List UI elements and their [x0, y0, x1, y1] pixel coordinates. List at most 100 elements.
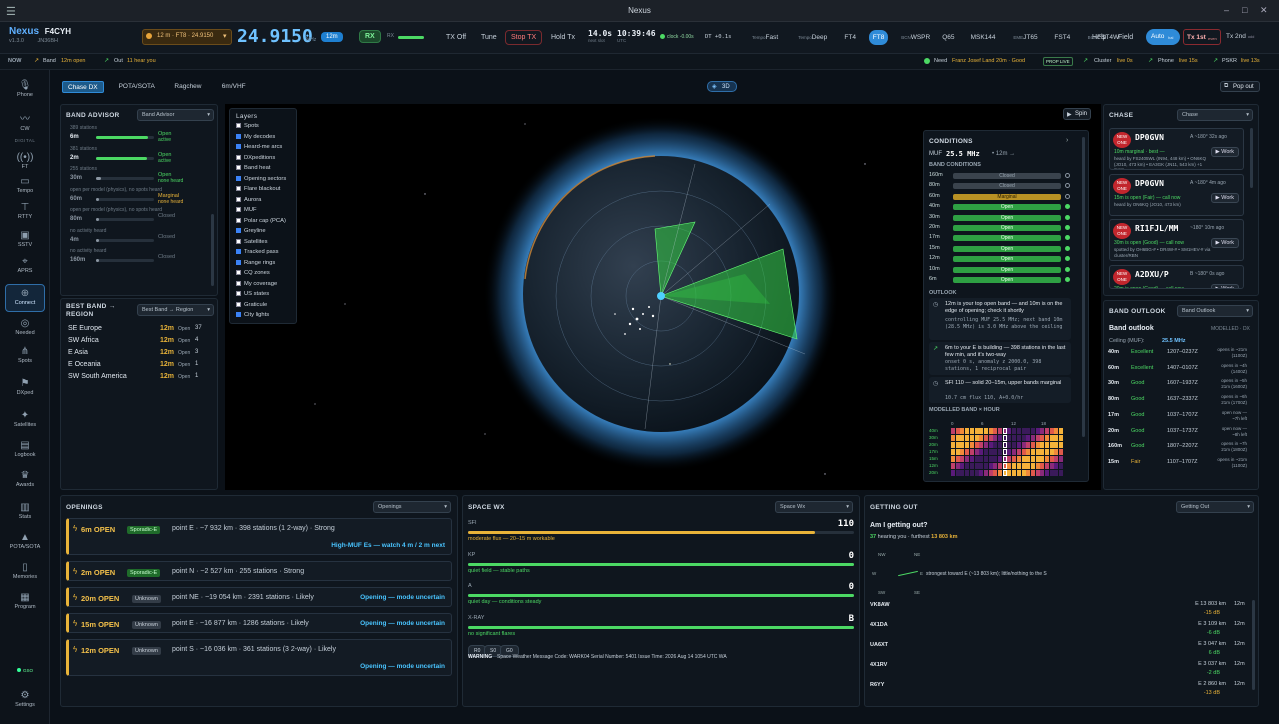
help-button[interactable]: Help	[1087, 31, 1111, 44]
scrollbar[interactable]	[211, 214, 214, 286]
work-button[interactable]: ▶ Work	[1210, 238, 1239, 248]
layer-toggle-satellites[interactable]: Satellites	[236, 238, 268, 245]
layer-toggle-dxpeditions[interactable]: DXpeditions	[236, 154, 275, 161]
layer-toggle-graticule[interactable]: Graticule	[236, 301, 267, 308]
chase-card[interactable]: NEW ONE DP0GVN A ~180° 4m ago 15m is open (…	[1109, 174, 1244, 216]
rx-button[interactable]: RX	[359, 30, 381, 43]
band-select[interactable]: 12 m · FT8 · 24.9150 ▾	[142, 29, 232, 45]
pop-out-button[interactable]: ⧉ Pop out	[1220, 81, 1260, 92]
layer-toggle-cq-zones[interactable]: CQ zones	[236, 270, 270, 276]
layer-toggle-us-states[interactable]: US states	[236, 291, 269, 297]
layer-toggle-my-decodes[interactable]: My decodes	[236, 133, 275, 140]
tx2nd-button[interactable]: Tx 2nd odd	[1226, 33, 1254, 40]
minimize-icon[interactable]: –	[1224, 5, 1229, 15]
layer-toggle-polar-cap-pca-[interactable]: Polar cap (PCA)	[236, 217, 286, 224]
chevron-right-icon[interactable]: ›	[1066, 137, 1068, 144]
sidebar-item-sstv[interactable]: ▣ SSTV	[0, 230, 50, 248]
tab-ragchew[interactable]: Ragchew	[169, 81, 206, 93]
now-out-value[interactable]: 11 hear you	[127, 58, 156, 64]
sidebar-item-spots[interactable]: ⋔ Spots	[0, 346, 50, 364]
scrollbar[interactable]	[1082, 137, 1085, 437]
mode-button-fst4[interactable]: FST4	[1050, 30, 1074, 45]
maximize-icon[interactable]: □	[1242, 5, 1247, 15]
now-band-value[interactable]: 12m open	[61, 58, 85, 64]
sidebar-item-rtty[interactable]: ⊤ RTTY	[0, 202, 50, 220]
opening-card[interactable]: ϟ 6m OPEN Sporadic-E point E · ~7 932 km · …	[66, 518, 452, 555]
sidebar-item-aprs[interactable]: ⌖ APRS	[0, 256, 50, 274]
sidebar-item-memories[interactable]: ▯ Memories	[0, 562, 50, 580]
work-button[interactable]: ▶ Work	[1210, 284, 1239, 288]
layer-toggle-band-heat[interactable]: Band heat	[236, 165, 270, 171]
layer-toggle-my-coverage[interactable]: My coverage	[236, 280, 277, 287]
chase-card[interactable]: NEW ONE RI1FJL/MM ~180° 10m ago 30m is open…	[1109, 219, 1244, 261]
mode-button-msk144[interactable]: MSK144	[967, 30, 1000, 45]
chase-select[interactable]: Chase ▾	[1177, 109, 1253, 121]
sidebar-item-satellites[interactable]: ✦ Satellites	[0, 410, 50, 428]
tab-6m-vhf[interactable]: 6m/VHF	[217, 81, 251, 93]
scrollbar[interactable]	[1250, 128, 1253, 188]
toggle-3d-button[interactable]: ◈ 3D	[707, 81, 737, 92]
tab-pota-sota[interactable]: POTA/SOTA	[114, 81, 160, 93]
sidebar-item-ft[interactable]: ((•)) FT	[0, 152, 50, 170]
mode-button-ft4[interactable]: FT4	[840, 30, 860, 45]
layer-toggle-city-lights[interactable]: City lights	[236, 312, 269, 318]
layer-toggle-greyline[interactable]: Greyline	[236, 228, 266, 234]
sidebar-item-needed[interactable]: ◎ Needed	[0, 318, 50, 336]
sidebar-item-stats[interactable]: ▥ Stats	[0, 502, 50, 520]
sidebar-item-awards[interactable]: ♛ Awards	[0, 470, 50, 488]
tune-button[interactable]: Tune	[476, 31, 502, 44]
need-value[interactable]: Franz Josef Land 20m · Good	[952, 58, 1025, 64]
hold-tx-button[interactable]: Hold Tx	[546, 31, 580, 44]
layer-toggle-muf[interactable]: MUF	[236, 207, 257, 213]
band-badge[interactable]: 12m	[321, 32, 343, 42]
auto-toggle[interactable]: Auto hal	[1146, 29, 1180, 45]
home-qth-marker[interactable]	[657, 292, 665, 300]
tx-off-button[interactable]: TX Off	[441, 31, 471, 44]
mode-button-ft8[interactable]: FT8	[868, 30, 889, 45]
mode-button-q65[interactable]: Q65	[938, 30, 958, 45]
mode-button-wspr[interactable]: BCNWSPR	[897, 30, 934, 45]
layer-toggle-tracked-pass[interactable]: Tracked pass	[236, 249, 279, 255]
band-advisor-select[interactable]: Band Advisor ▾	[137, 109, 214, 121]
sidebar-item-program[interactable]: ▦ Program	[0, 592, 50, 610]
layer-toggle-flare-blackout[interactable]: Flare blackout	[236, 186, 280, 192]
sidebar-item-logbook[interactable]: ▤ Logbook	[0, 440, 50, 458]
layer-toggle-spots[interactable]: Spots	[236, 123, 259, 129]
mode-button-jt65[interactable]: EMEJT65	[1009, 30, 1041, 45]
opening-card[interactable]: ϟ 12m OPEN Unknown point S · ~16 036 km · 3…	[66, 639, 452, 676]
opening-card[interactable]: ϟ 20m OPEN Unknown point NE · ~19 054 km · …	[66, 587, 452, 607]
layer-toggle-opening-sectors[interactable]: Opening sectors	[236, 175, 286, 182]
sidebar-item-pota-sota[interactable]: ▲ POTA/SOTA	[0, 532, 50, 550]
work-button[interactable]: ▶ Work	[1210, 147, 1239, 157]
sidebar-item-dxped[interactable]: ⚑ DXped	[0, 378, 50, 396]
stop-tx-button[interactable]: Stop TX	[505, 30, 543, 45]
field-button[interactable]: Field	[1113, 31, 1138, 44]
close-icon[interactable]: ✕	[1260, 5, 1268, 16]
layer-toggle-heard-me-arcs[interactable]: Heard-me arcs	[236, 144, 282, 150]
band-outlook-select[interactable]: Band Outlook ▾	[1177, 305, 1253, 317]
clock-sync-dot-icon	[660, 34, 665, 39]
getting-out-select[interactable]: Getting Out ▾	[1176, 501, 1254, 513]
best-band-select[interactable]: Best Band → Region ▾	[137, 304, 214, 316]
tx1st-button[interactable]: Tx 1st even	[1183, 29, 1221, 45]
mode-button-fast[interactable]: TempoFast	[748, 30, 782, 45]
spin-button[interactable]: ▶ Spin	[1063, 108, 1091, 120]
opening-card[interactable]: ϟ 15m OPEN Unknown point E · ~16 877 km · 1…	[66, 613, 452, 633]
sidebar-item-connect[interactable]: ⊕ Connect	[5, 284, 45, 312]
sidebar-item-gso[interactable]: GSO	[0, 668, 50, 673]
space-wx-select[interactable]: Space Wx ▾	[775, 501, 853, 513]
chase-card[interactable]: NEW ONE DP0GVN A ~180° 32s ago 10m marginal…	[1109, 128, 1244, 170]
opening-card[interactable]: ϟ 2m OPEN Sporadic-E point N · ~2 527 km · …	[66, 561, 452, 581]
tab-chase-dx[interactable]: Chase DX	[62, 81, 104, 93]
work-button[interactable]: ▶ Work	[1210, 193, 1239, 203]
chase-card[interactable]: NEW ONE A2DXU/P B ~180° 0s ago 20m is open …	[1109, 265, 1244, 289]
sidebar-item-phone[interactable]: 🎙 Phone	[0, 80, 50, 98]
openings-select[interactable]: Openings ▾	[373, 501, 451, 513]
mode-button-deep[interactable]: TempoDeep	[794, 30, 831, 45]
layer-toggle-range-rings[interactable]: Range rings	[236, 259, 275, 266]
scrollbar[interactable]	[1252, 600, 1255, 690]
layer-toggle-aurora[interactable]: Aurora	[236, 196, 261, 203]
sidebar-item-tempo[interactable]: ▭ Tempo	[0, 176, 50, 194]
sidebar-item-settings[interactable]: ⚙ Settings	[0, 690, 50, 708]
sidebar-item-cw[interactable]: 〰 CW	[0, 110, 50, 132]
